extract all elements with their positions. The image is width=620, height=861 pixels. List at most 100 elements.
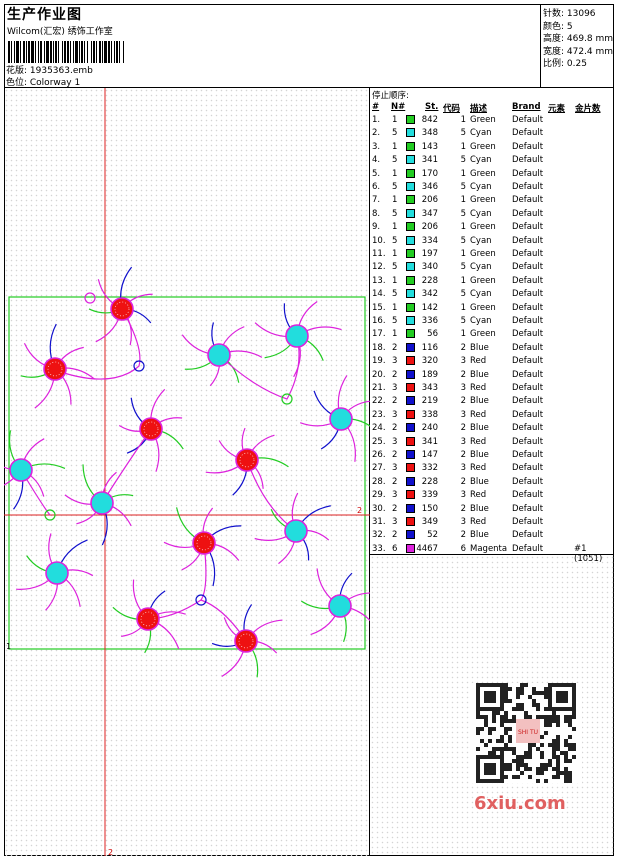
row-needle: 2 — [392, 503, 398, 514]
qr-module — [516, 707, 520, 711]
table-row: 28. 2 228 2 Blue Default — [370, 476, 614, 490]
qr-module — [556, 775, 560, 779]
row-index: 2. — [372, 128, 381, 139]
qr-module — [524, 763, 528, 767]
qr-module — [556, 763, 560, 767]
row-description: Green — [470, 195, 496, 206]
left-marker: 1 — [6, 642, 11, 651]
qr-module — [500, 751, 504, 755]
row-index: 32. — [372, 530, 386, 541]
thread-swatch — [406, 222, 415, 232]
row-stitches: 341 — [421, 436, 438, 447]
row-needle: 1 — [392, 329, 398, 340]
row-brand: Default — [512, 517, 544, 527]
row-stitches: 228 — [421, 476, 438, 487]
stop-sequence-title: 停止顺序: — [372, 91, 409, 101]
row-description: Red — [470, 517, 487, 527]
row-description: Green — [470, 168, 496, 179]
row-stitches: 197 — [421, 249, 438, 259]
row-stitches: 339 — [421, 490, 438, 501]
qr-module — [536, 715, 540, 719]
row-needle: 5 — [392, 316, 398, 326]
qr-module — [564, 775, 568, 779]
qr-module — [568, 715, 572, 719]
row-stitches: 228 — [421, 275, 438, 286]
qr-module — [552, 747, 556, 751]
row-needle: 5 — [392, 128, 398, 139]
qr-module — [492, 719, 496, 723]
design-preview: 1 2 2 — [0, 88, 379, 857]
table-row: 20. 2 189 2 Blue Default — [370, 369, 614, 383]
qr-module — [508, 763, 512, 767]
row-needle: 1 — [392, 141, 398, 152]
row-code: 3 — [460, 517, 466, 527]
qr-module — [492, 747, 496, 751]
qr-module — [480, 715, 484, 719]
flower-head — [234, 629, 258, 653]
qr-module — [536, 779, 540, 783]
table-row: 23. 3 338 3 Red Default — [370, 409, 614, 423]
qr-module — [540, 763, 544, 767]
row-index: 25. — [372, 436, 386, 447]
row-code: 1 — [460, 249, 466, 259]
qr-module — [512, 719, 516, 723]
row-index: 30. — [372, 503, 386, 514]
thread-swatch — [406, 463, 415, 473]
row-description: Red — [470, 463, 487, 474]
row-description: Red — [470, 356, 487, 367]
qr-module — [504, 683, 508, 687]
qr-module — [516, 775, 520, 779]
qr-module — [568, 775, 572, 779]
row-stitches: 52 — [427, 530, 438, 541]
row-needle: 5 — [392, 155, 398, 166]
qr-module — [512, 751, 516, 755]
qr-module — [516, 767, 520, 771]
row-brand: Default — [512, 530, 544, 541]
row-brand: Default — [512, 316, 544, 326]
row-index: 29. — [372, 490, 386, 501]
col-header-index: # — [372, 102, 380, 112]
row-description: Cyan — [470, 262, 492, 273]
row-needle: 2 — [392, 342, 398, 353]
row-index: 17. — [372, 329, 386, 340]
col-header-sequins: 金片数 — [575, 104, 601, 114]
qr-module — [572, 743, 576, 747]
qr-module — [484, 719, 488, 723]
qr-module — [532, 703, 536, 707]
notes-area: SHI TU 6xiu.com — [370, 555, 614, 856]
row-code: 2 — [460, 503, 466, 514]
qr-module — [536, 703, 540, 707]
qr-module — [512, 747, 516, 751]
row-needle: 1 — [392, 222, 398, 233]
thread-swatch — [406, 115, 415, 124]
row-code: 2 — [460, 396, 466, 407]
row-index: 27. — [372, 463, 386, 474]
row-stitches: 332 — [421, 463, 438, 474]
table-row: 18. 2 116 2 Blue Default — [370, 342, 614, 356]
flower-head — [285, 324, 309, 348]
qr-module — [564, 767, 568, 771]
color-count: 颜色: 5 — [543, 21, 573, 32]
row-index: 26. — [372, 450, 386, 460]
row-index: 9. — [372, 222, 381, 233]
row-needle: 2 — [392, 369, 398, 380]
table-row: 14. 5 342 5 Cyan Default — [370, 289, 614, 302]
qr-module — [544, 687, 548, 691]
qr-finder-core — [556, 691, 568, 703]
qr-code: SHI TU — [470, 683, 582, 783]
thread-swatch — [406, 423, 415, 433]
row-brand: Default — [512, 115, 544, 125]
row-index: 5. — [372, 168, 381, 179]
row-stitches: 343 — [421, 383, 438, 393]
thread-swatch — [406, 476, 415, 486]
table-row: 21. 3 343 3 Red Default — [370, 383, 614, 396]
qr-module — [520, 707, 524, 711]
row-stitches: 348 — [421, 128, 438, 139]
row-stitches: 147 — [421, 450, 438, 460]
tendril-layer — [0, 266, 379, 678]
qr-module — [504, 715, 508, 719]
qr-module — [516, 759, 520, 763]
row-index: 16. — [372, 316, 386, 326]
row-code: 1 — [460, 302, 466, 313]
row-needle: 5 — [392, 235, 398, 246]
